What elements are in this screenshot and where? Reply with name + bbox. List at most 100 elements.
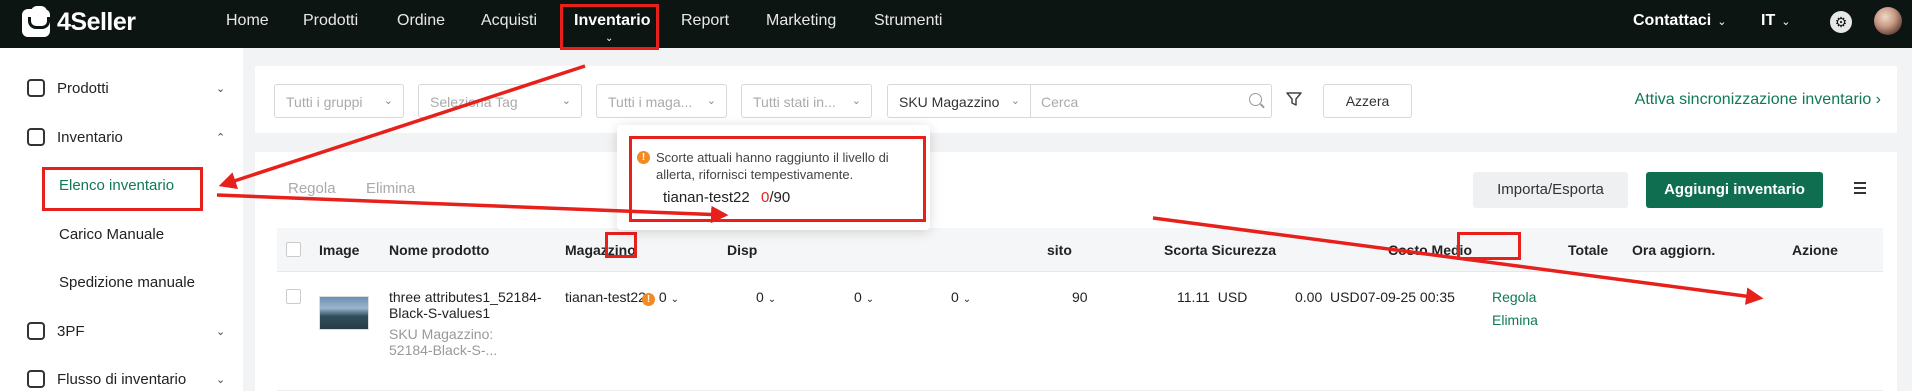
total-value: 0.00 xyxy=(1295,289,1323,305)
search-icon xyxy=(1249,93,1262,106)
reset-button[interactable]: Azzera xyxy=(1323,84,1412,118)
warehouse-icon xyxy=(27,128,45,146)
chevron-down-icon: ⌄ xyxy=(851,95,861,107)
box-icon xyxy=(27,79,45,97)
chevron-down-icon: ⌄ xyxy=(216,82,226,95)
table-header: Image Nome prodotto Magazzino Disp sito … xyxy=(277,228,1883,272)
tab-regola[interactable]: Regola xyxy=(288,180,336,197)
sync-inventory-label: Attiva sincronizzazione inventario xyxy=(1634,91,1872,108)
avg-cost-currency: USD xyxy=(1217,289,1248,305)
qty-cell-2[interactable]: 0 ⌄ xyxy=(756,289,776,305)
highlight-tooltip xyxy=(629,136,926,222)
qty-value: 0 xyxy=(951,289,959,305)
sidebar-item-carico-manuale[interactable]: Carico Manuale xyxy=(59,226,164,243)
qty-value: 0 xyxy=(854,289,862,305)
sidebar-item-prodotti[interactable]: Prodotti ⌄ xyxy=(0,73,243,103)
tag-select-value: Seleziona Tag xyxy=(430,94,518,110)
available-cell[interactable]: ! 0 ⌄ xyxy=(642,289,679,306)
header-safety-stock: Scorta Sicurezza xyxy=(1164,242,1277,258)
nav-marketing[interactable]: Marketing xyxy=(766,12,836,30)
flow-icon xyxy=(27,370,45,388)
chevron-down-icon: ⌄ xyxy=(1717,16,1727,28)
warehouse-select[interactable]: Tutti i maga... ⌄ xyxy=(596,84,727,118)
language-menu[interactable]: IT ⌄ xyxy=(1761,12,1790,30)
search-input[interactable]: Cerca xyxy=(1030,84,1272,118)
header-product: Nome prodotto xyxy=(389,242,490,258)
import-export-button[interactable]: Importa/Esporta xyxy=(1473,172,1628,208)
qty-cell-4[interactable]: 0 ⌄ xyxy=(951,289,971,305)
nav-acquisti[interactable]: Acquisti xyxy=(481,12,537,30)
total-cell: 0.00 USD xyxy=(1295,289,1360,305)
qty-cell-3[interactable]: 0 ⌄ xyxy=(854,289,874,305)
header-action: Azione xyxy=(1792,242,1838,258)
product-name-line2[interactable]: Black-S-values1 xyxy=(389,305,490,321)
chevron-right-icon: › xyxy=(1875,91,1881,108)
contact-menu[interactable]: Contattaci ⌄ xyxy=(1633,12,1726,30)
chevron-down-icon: ⌄ xyxy=(216,373,226,386)
groups-select[interactable]: Tutti i gruppi ⌄ xyxy=(274,84,404,118)
filter-icon[interactable] xyxy=(1285,90,1303,108)
header-total: Totale xyxy=(1568,242,1609,258)
avatar[interactable] xyxy=(1874,7,1902,35)
row-checkbox[interactable] xyxy=(286,289,301,304)
chevron-down-icon: ⌄ xyxy=(561,95,571,107)
nav-home[interactable]: Home xyxy=(226,12,269,30)
header-image: Image xyxy=(319,242,360,258)
tag-select[interactable]: Seleziona Tag ⌄ xyxy=(418,84,582,118)
product-image xyxy=(319,296,369,330)
product-name-line1[interactable]: three attributes1_52184- xyxy=(389,289,542,305)
delete-link[interactable]: Elimina xyxy=(1492,312,1538,328)
sidebar-item-inventario[interactable]: Inventario ⌃ xyxy=(0,122,243,152)
inventory-panel: Regola Elimina Importa/Esporta Aggiungi … xyxy=(255,152,1897,391)
column-settings-icon[interactable] xyxy=(1850,182,1866,196)
sidebar-item-label: Flusso di inventario xyxy=(57,370,187,388)
warehouse-cell: tianan-test22 xyxy=(565,289,646,305)
select-all-checkbox[interactable] xyxy=(286,242,301,257)
cube-icon xyxy=(27,322,45,340)
tab-elimina[interactable]: Elimina xyxy=(366,180,415,197)
sidebar-item-label: 3PF xyxy=(57,322,85,340)
qty-value: 0 xyxy=(756,289,764,305)
add-inventory-button[interactable]: Aggiungi inventario xyxy=(1646,172,1823,208)
adjust-link[interactable]: Regola xyxy=(1492,289,1536,305)
logo[interactable]: 4Seller xyxy=(22,5,136,37)
status-select-value: Tutti stati in... xyxy=(753,94,836,110)
search-placeholder: Cerca xyxy=(1041,94,1079,110)
warning-icon[interactable]: ! xyxy=(642,293,655,306)
sidebar-item-label: Prodotti xyxy=(57,79,109,97)
nav-ordine[interactable]: Ordine xyxy=(397,12,445,30)
chevron-down-icon: ⌄ xyxy=(767,294,777,305)
search-field-value: SKU Magazzino xyxy=(899,94,1000,110)
sidebar-item-label: Inventario xyxy=(57,128,123,146)
status-select[interactable]: Tutti stati in... ⌄ xyxy=(741,84,872,118)
warehouse-select-value: Tutti i maga... xyxy=(608,94,693,110)
chevron-down-icon: ⌄ xyxy=(216,325,226,338)
chevron-down-icon: ⌄ xyxy=(962,294,972,305)
groups-select-value: Tutti i gruppi xyxy=(286,94,363,110)
sync-inventory-link[interactable]: Attiva sincronizzazione inventario › xyxy=(1635,91,1881,109)
chevron-down-icon: ⌄ xyxy=(706,95,716,107)
available-value: 0 xyxy=(658,289,667,305)
header-updated: Ora aggiorn. xyxy=(1632,242,1716,258)
sidebar-item-3pf[interactable]: 3PF ⌄ xyxy=(0,316,243,346)
search-field-select[interactable]: SKU Magazzino ⌄ xyxy=(887,84,1031,118)
header-transit: sito xyxy=(1047,242,1072,258)
nav-prodotti[interactable]: Prodotti xyxy=(303,12,358,30)
highlight-inventario-nav xyxy=(560,4,659,50)
chevron-down-icon: ⌄ xyxy=(670,294,679,305)
sku-value: 52184-Black-S-... xyxy=(389,342,498,358)
table-row: three attributes1_52184- Black-S-values1… xyxy=(277,272,1883,391)
gear-icon[interactable]: ⚙ xyxy=(1830,11,1852,33)
sidebar: Prodotti ⌄ Inventario ⌃ Elenco inventari… xyxy=(0,48,243,391)
chevron-down-icon: ⌄ xyxy=(1781,16,1791,28)
chevron-down-icon: ⌄ xyxy=(1010,95,1020,107)
nav-strumenti[interactable]: Strumenti xyxy=(874,12,942,30)
nav-report[interactable]: Report xyxy=(681,12,729,30)
contact-label: Contattaci xyxy=(1633,12,1712,29)
chevron-up-icon: ⌃ xyxy=(216,131,226,144)
chevron-down-icon: ⌄ xyxy=(383,95,393,107)
highlight-adjust-link xyxy=(1457,232,1521,260)
sidebar-item-flusso[interactable]: Flusso di inventario ⌄ xyxy=(0,364,243,391)
logo-text: 4Seller xyxy=(57,8,136,36)
sidebar-item-spedizione-manuale[interactable]: Spedizione manuale xyxy=(59,274,195,291)
